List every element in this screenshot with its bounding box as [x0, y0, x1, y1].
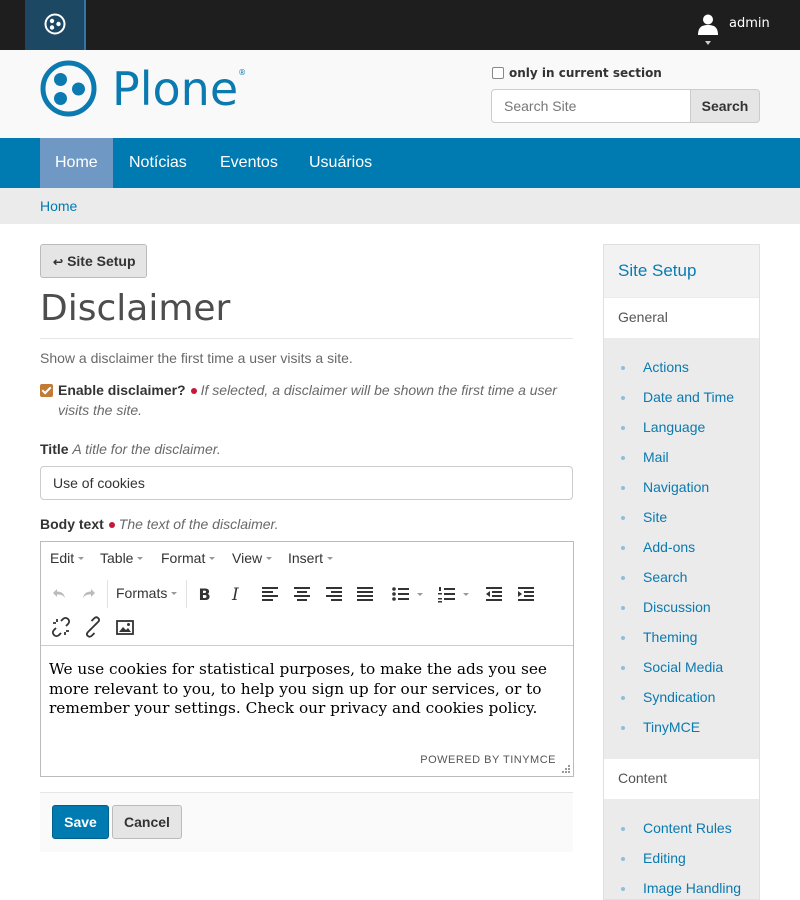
search-button[interactable]: Search: [690, 89, 760, 123]
page-title: Disclaimer: [40, 288, 231, 329]
user-icon: [698, 14, 718, 35]
sidebar-item-add-ons[interactable]: Add-ons: [604, 539, 759, 561]
sidebar-item-navigation[interactable]: Navigation: [604, 479, 759, 501]
title-field-label: Title A title for the disclaimer.: [40, 441, 221, 457]
plone-logo-icon: [40, 60, 97, 117]
username: admin: [729, 16, 770, 31]
align-left-icon[interactable]: [258, 582, 282, 606]
italic-icon[interactable]: I: [225, 582, 249, 606]
sidebar-item-language[interactable]: Language: [604, 419, 759, 441]
cancel-button[interactable]: Cancel: [112, 805, 182, 839]
formats-dropdown[interactable]: Formats: [116, 585, 178, 601]
redo-icon[interactable]: [77, 582, 101, 606]
required-indicator: [190, 387, 197, 394]
outdent-icon[interactable]: [482, 582, 506, 606]
nav-item-eventos[interactable]: Eventos: [205, 138, 293, 188]
section-heading-content: Content: [604, 759, 759, 799]
bold-icon[interactable]: B: [193, 582, 217, 606]
breadcrumb-home-link[interactable]: Home: [40, 198, 77, 214]
sidebar-item-date-and-time[interactable]: Date and Time: [604, 389, 759, 411]
sidebar-item-site[interactable]: Site: [604, 509, 759, 531]
align-right-icon[interactable]: [322, 582, 346, 606]
section-heading-general: General: [604, 298, 759, 338]
site-header: Plone® only in current section Search Si…: [0, 50, 800, 138]
save-button[interactable]: Save: [52, 805, 109, 839]
title-input[interactable]: Use of cookies: [40, 466, 573, 500]
menu-format[interactable]: Format: [161, 550, 216, 566]
link-icon[interactable]: [81, 615, 105, 639]
undo-icon[interactable]: [47, 582, 71, 606]
resize-handle-icon[interactable]: [562, 765, 570, 773]
nav-item-home[interactable]: Home: [40, 138, 113, 188]
enable-disclaimer-checkbox[interactable]: [40, 384, 53, 397]
sidebar-item-editing[interactable]: Editing: [604, 850, 759, 872]
sidebar-item-social-media[interactable]: Social Media: [604, 659, 759, 681]
main-navigation: Home Notícias Eventos Usuários: [0, 138, 800, 188]
toolbar-edge: [84, 0, 86, 50]
sidebar-item-image-handling[interactable]: Image Handling: [604, 880, 759, 900]
editor-content-area[interactable]: We use cookies for statistical purposes,…: [41, 645, 573, 749]
required-indicator: [108, 521, 115, 528]
enable-disclaimer-field: Enable disclaimer? If selected, a disclai…: [40, 380, 570, 420]
logo-wordmark: Plone®: [112, 62, 247, 116]
body-field-label: Body text The text of the disclaimer.: [40, 516, 279, 532]
title-divider: [40, 338, 573, 339]
menu-table[interactable]: Table: [100, 550, 144, 566]
enable-disclaimer-label: Enable disclaimer?: [58, 382, 186, 398]
svg-text:B: B: [199, 585, 211, 604]
image-icon[interactable]: [113, 615, 137, 639]
site-setup-portlet: Site Setup General Actions Date and Time…: [603, 244, 760, 900]
nav-item-usuarios[interactable]: Usuários: [294, 138, 387, 188]
plone-icon: [44, 13, 66, 35]
top-toolbar: admin: [0, 0, 800, 50]
section-checkbox[interactable]: [492, 67, 504, 79]
search-input[interactable]: Search Site: [491, 89, 691, 123]
menu-edit[interactable]: Edit: [50, 550, 85, 566]
form-actions: Save Cancel: [40, 792, 573, 852]
numbered-list-dropdown-icon[interactable]: [460, 582, 472, 606]
powered-by-tinymce[interactable]: POWERED BY TINYMCE: [420, 754, 556, 766]
indent-icon[interactable]: [514, 582, 538, 606]
sidebar-item-discussion[interactable]: Discussion: [604, 599, 759, 621]
numbered-list-icon[interactable]: [435, 582, 459, 606]
menu-insert[interactable]: Insert: [288, 550, 334, 566]
bullet-list-icon[interactable]: [389, 582, 413, 606]
portlet-title[interactable]: Site Setup: [604, 245, 759, 297]
toolbar-separator: [186, 580, 187, 608]
svg-text:I: I: [231, 585, 239, 605]
sidebar-item-search[interactable]: Search: [604, 569, 759, 591]
sidebar-item-tinymce[interactable]: TinyMCE: [604, 719, 759, 741]
breadcrumb: Home: [0, 188, 800, 224]
chevron-down-icon: [705, 41, 711, 45]
toolbar-separator: [107, 580, 108, 608]
align-center-icon[interactable]: [290, 582, 314, 606]
sidebar-item-actions[interactable]: Actions: [604, 359, 759, 381]
search-section-option[interactable]: only in current section: [492, 66, 662, 80]
sidebar-item-theming[interactable]: Theming: [604, 629, 759, 651]
bullet-list-dropdown-icon[interactable]: [414, 582, 426, 606]
sidebar-item-mail[interactable]: Mail: [604, 449, 759, 471]
site-setup-button[interactable]: ↩ Site Setup: [40, 244, 147, 278]
page-description: Show a disclaimer the first time a user …: [40, 350, 353, 366]
rich-text-editor: Edit Table Format View Insert Formats B …: [40, 541, 574, 777]
plone-toolbar-button[interactable]: [25, 0, 86, 50]
nav-item-noticias[interactable]: Notícias: [114, 138, 202, 188]
align-justify-icon[interactable]: [353, 582, 377, 606]
sidebar-item-syndication[interactable]: Syndication: [604, 689, 759, 711]
editor-menubar: Edit Table Format View Insert: [41, 542, 573, 574]
unlink-icon[interactable]: [49, 615, 73, 639]
sidebar-item-content-rules[interactable]: Content Rules: [604, 820, 759, 842]
return-arrow-icon: ↩: [53, 255, 64, 269]
menu-view[interactable]: View: [232, 550, 273, 566]
